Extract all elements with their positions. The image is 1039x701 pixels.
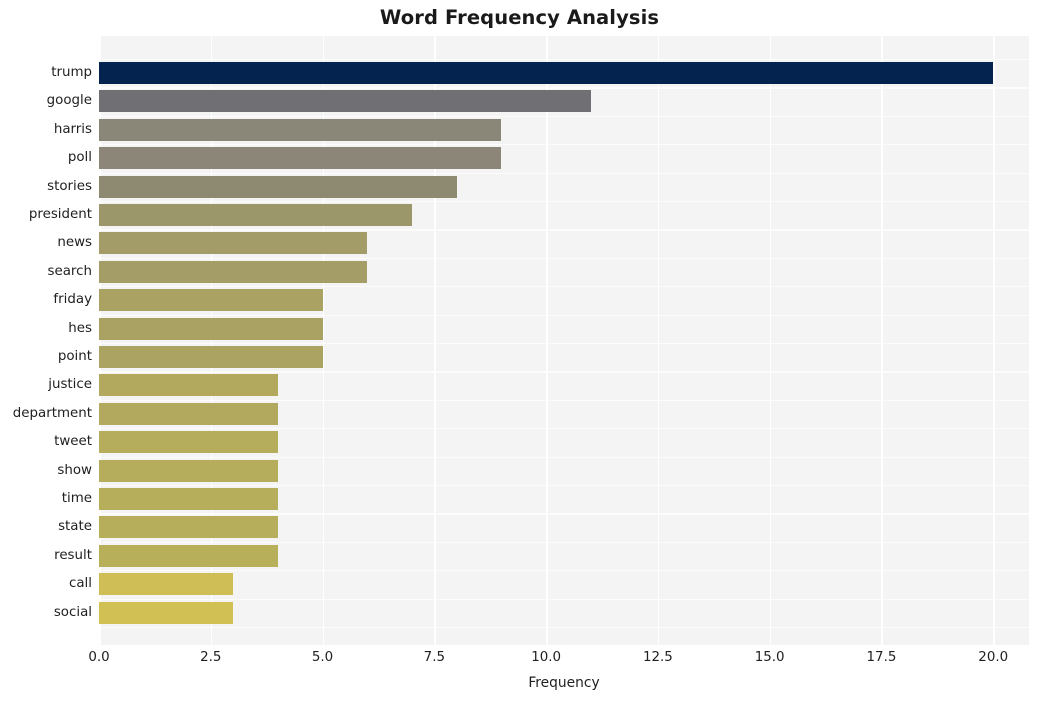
y-axis-tick-label: google	[46, 93, 92, 109]
gridline-horizontal	[99, 59, 1029, 61]
bar	[99, 601, 234, 624]
bar	[99, 147, 502, 170]
gridline-horizontal	[99, 201, 1029, 203]
bar	[99, 459, 278, 482]
bar	[99, 204, 412, 226]
gridline-horizontal	[99, 428, 1029, 430]
x-axis-tick-label: 10.0	[531, 650, 562, 665]
y-axis-tick-label: hes	[68, 320, 92, 336]
page-title: Word Frequency Analysis	[379, 6, 660, 29]
gridline-horizontal	[99, 399, 1029, 402]
y-axis-tick-label: search	[47, 263, 92, 279]
y-axis-tick-label: trump	[51, 65, 92, 80]
y-axis-tick-label: tweet	[54, 434, 92, 450]
gridline-horizontal	[99, 229, 1029, 231]
y-axis-labels: trump google harris poll stories president new…	[0, 36, 92, 645]
gridline-horizontal	[99, 286, 1029, 288]
bar	[99, 62, 994, 84]
x-axis-tick-label: 12.5	[642, 650, 673, 665]
gridline-horizontal	[99, 144, 1029, 146]
bar	[99, 346, 323, 368]
gridline-vertical	[993, 36, 995, 645]
y-axis-tick-label: stories	[47, 178, 92, 194]
y-axis-tick-label: news	[57, 235, 92, 251]
bar	[99, 317, 323, 340]
y-axis-tick-label: poll	[67, 150, 92, 166]
y-axis-tick-label: justice	[48, 377, 92, 393]
gridline-horizontal	[99, 115, 1029, 118]
gridline-vertical	[657, 36, 660, 645]
gridline-horizontal	[99, 627, 1029, 629]
x-axis-tick-labels: 0.0 2.5 5.0 7.5 10.0 12.5 15.0 17.5 20.0	[88, 650, 1029, 670]
y-axis-tick-label: time	[61, 491, 92, 506]
bar	[99, 544, 278, 567]
y-axis-tick-label: friday	[53, 292, 92, 308]
gridline-horizontal	[99, 257, 1029, 260]
plot-area	[99, 36, 1029, 645]
gridline-horizontal	[99, 541, 1029, 544]
bar	[99, 175, 457, 198]
bar	[99, 118, 502, 141]
bar	[99, 90, 591, 113]
y-axis-tick-label: show	[57, 462, 92, 478]
y-axis-tick-label: harris	[53, 121, 92, 137]
y-axis-tick-label: social	[53, 604, 92, 620]
chart-figure: Word Frequency Analysis trump google harri…	[0, 0, 1039, 701]
gridline-horizontal	[99, 485, 1029, 487]
bar	[99, 402, 278, 425]
bar	[99, 374, 278, 397]
gridline-horizontal	[99, 343, 1029, 345]
y-axis-tick-label: president	[28, 207, 92, 222]
bar	[99, 488, 278, 510]
x-axis-tick-label: 20.0	[978, 650, 1009, 665]
gridline-horizontal	[99, 456, 1029, 458]
x-axis-tick-label: 5.0	[311, 650, 334, 665]
bar	[99, 573, 234, 596]
x-axis-tick-label: 17.5	[866, 650, 897, 665]
bar	[99, 289, 323, 312]
gridline-horizontal	[99, 87, 1029, 89]
gridline-horizontal	[99, 570, 1029, 572]
gridline-vertical	[546, 36, 548, 645]
bar	[99, 516, 278, 539]
gridline-horizontal	[99, 172, 1029, 174]
gridline-horizontal	[99, 371, 1029, 373]
gridline-horizontal	[99, 513, 1029, 515]
x-axis-tick-label: 2.5	[200, 650, 222, 665]
y-axis-tick-label: call	[68, 576, 92, 592]
gridline-horizontal	[99, 314, 1029, 316]
x-axis-tick-label: 15.0	[754, 650, 785, 665]
gridline-horizontal	[99, 598, 1029, 600]
bar	[99, 260, 368, 283]
y-axis-tick-label: state	[58, 519, 92, 535]
gridline-vertical	[881, 36, 884, 645]
gridline-vertical	[769, 36, 772, 645]
bar	[99, 431, 278, 454]
x-axis-tick-label: 7.5	[423, 650, 445, 665]
y-axis-tick-label: result	[54, 547, 92, 563]
x-axis-title: Frequency	[528, 675, 600, 691]
y-axis-tick-label: department	[12, 405, 92, 421]
x-axis-tick-label: 0.0	[88, 650, 110, 665]
y-axis-tick-label: point	[57, 349, 92, 364]
bar	[99, 232, 368, 255]
